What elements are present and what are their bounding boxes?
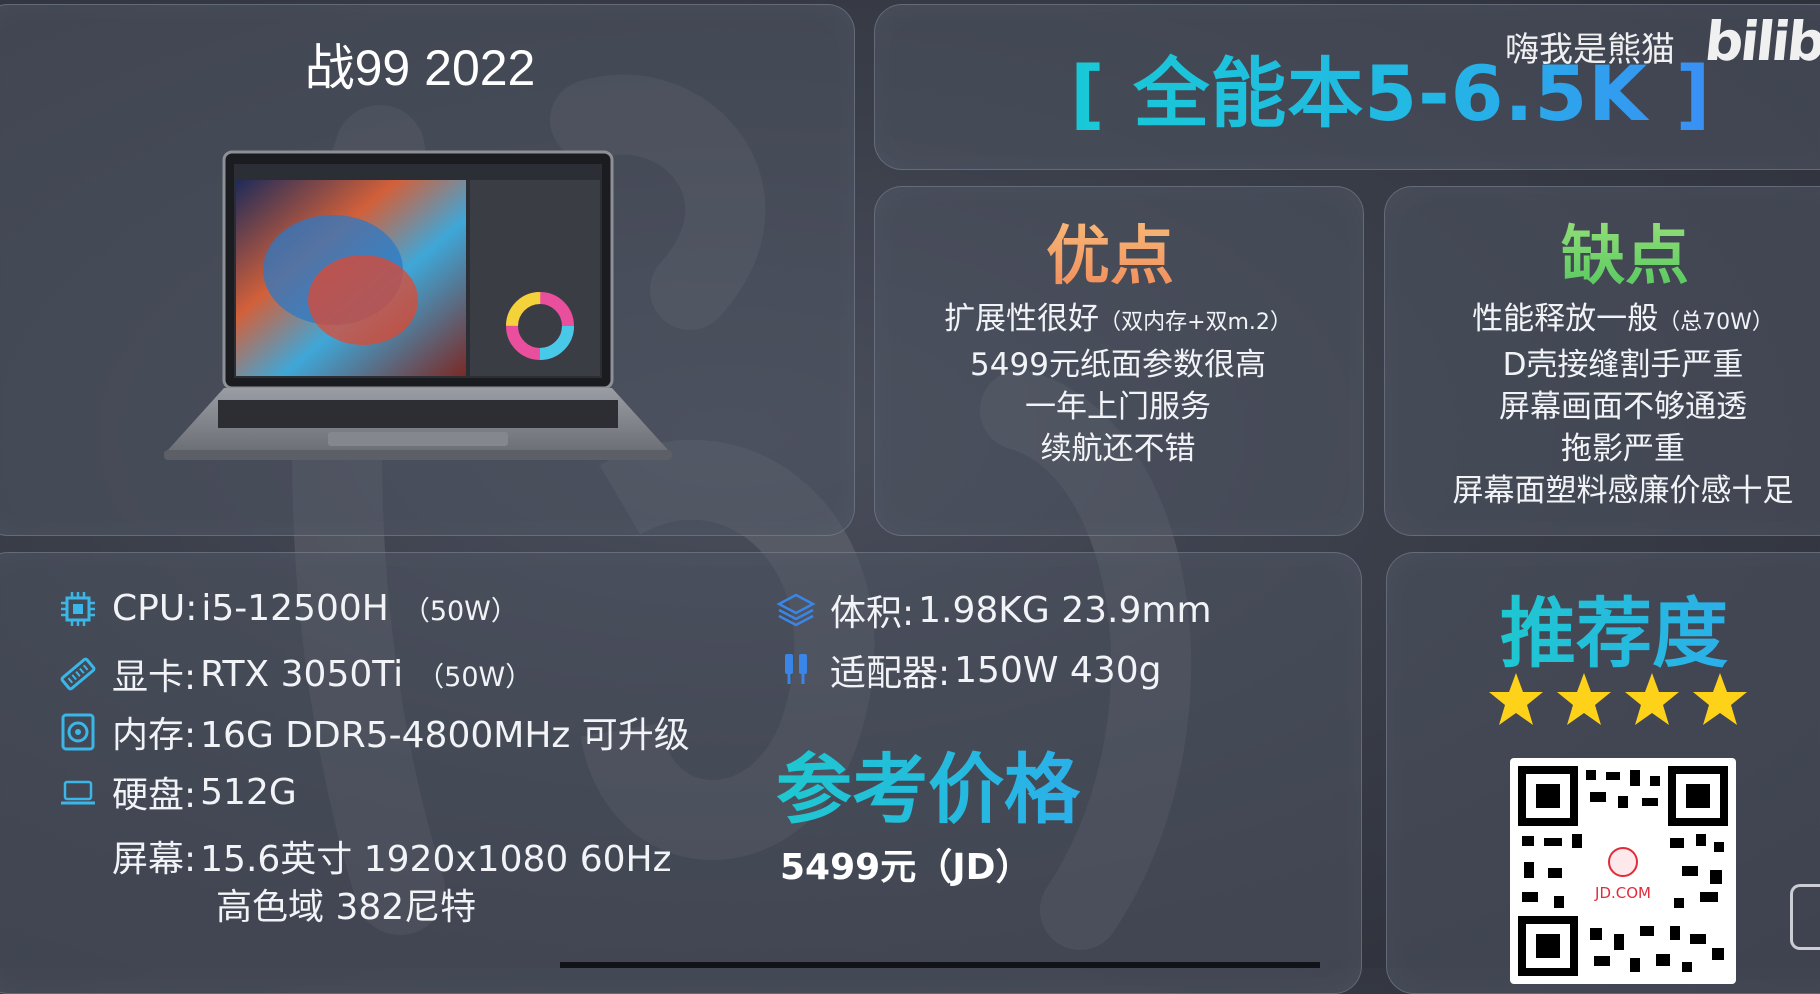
uploader-name: 嗨我是熊猫 bbox=[1505, 30, 1675, 70]
star-icon bbox=[1693, 673, 1747, 725]
list-item: 一年上门服务 bbox=[1025, 389, 1211, 425]
cons-list: 性能释放一般（总70W） D壳接缝割手严重 屏幕画面不够通透 拖影严重 屏幕面塑… bbox=[1388, 298, 1820, 512]
laptop-image bbox=[164, 150, 672, 460]
list-item: 5499元纸面参数很高 bbox=[970, 347, 1266, 383]
spec-size: 体积: 1.98KG 23.9mm bbox=[776, 584, 1212, 636]
spec-screen: 屏幕: 15.6英寸 1920x1080 60Hz bbox=[112, 839, 672, 880]
star-icon bbox=[1489, 673, 1543, 725]
laptop-icon bbox=[61, 780, 95, 805]
star-icon bbox=[1625, 673, 1679, 725]
rating-stars bbox=[1486, 670, 1750, 730]
recommend-heading: 推荐度 bbox=[1500, 572, 1728, 682]
layers-icon bbox=[776, 593, 816, 627]
spec-cpu: CPU: i5-12500H （50W） bbox=[58, 588, 518, 629]
list-item: 续航还不错 bbox=[1040, 431, 1196, 467]
spec-memory: 内存: 16G DDR5-4800MHz 可升级 bbox=[58, 706, 690, 758]
memory-icon bbox=[61, 713, 95, 751]
gpu-icon bbox=[60, 657, 96, 691]
list-item: D壳接缝割手严重 bbox=[1502, 347, 1744, 383]
plug-icon bbox=[785, 654, 807, 684]
spec-storage: 硬盘: 512G bbox=[58, 766, 297, 818]
cpu-icon bbox=[61, 591, 95, 626]
price-heading: 参考价格 bbox=[776, 728, 1080, 838]
qr-pattern: JD.COM bbox=[1518, 766, 1728, 976]
jd-qr-code[interactable]: JD.COM bbox=[1510, 758, 1736, 984]
product-name: 战99 2022 bbox=[304, 40, 536, 96]
price-value: 5499元（JD） bbox=[780, 847, 1032, 888]
qr-label: JD.COM bbox=[1594, 884, 1651, 902]
list-item: 屏幕面塑料感廉价感十足 bbox=[1452, 473, 1794, 509]
list-item: 性能释放一般（总70W） bbox=[1472, 301, 1774, 337]
list-item: 拖影严重 bbox=[1561, 431, 1685, 467]
spec-adapter: 适配器: 150W 430g bbox=[776, 644, 1161, 696]
cons-heading: 缺点 bbox=[1525, 205, 1725, 297]
tv-icon bbox=[1790, 884, 1820, 950]
list-item: 扩展性很好（双内存+双m.2） bbox=[944, 301, 1292, 337]
list-item: 屏幕画面不够通透 bbox=[1499, 389, 1747, 425]
pros-list: 扩展性很好（双内存+双m.2） 5499元纸面参数很高 一年上门服务 续航还不错 bbox=[880, 298, 1356, 470]
star-icon bbox=[1557, 673, 1611, 725]
spec-screen-line2: 高色域 382尼特 bbox=[216, 887, 477, 928]
site-logo: bilibi bbox=[1701, 10, 1820, 73]
progress-bar-track bbox=[560, 962, 1320, 968]
spec-gpu: 显卡: RTX 3050Ti （50W） bbox=[58, 648, 532, 700]
pros-heading: 优点 bbox=[1010, 205, 1210, 297]
